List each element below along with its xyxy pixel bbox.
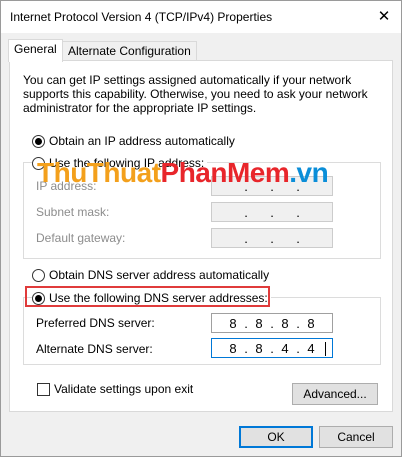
radio-button[interactable] [32,268,45,282]
ip-auto-label: Obtain an IP address automatically [49,134,235,148]
watermark-part-1: ThuThuat [37,157,161,188]
window-title: Internet Protocol Version 4 (TCP/IPv4) P… [10,10,273,24]
octet-separator: . [270,230,274,246]
validate-label: Validate settings upon exit [54,382,194,396]
watermark-part-3: .vn [289,157,329,188]
tab-strip: General Alternate Configuration [1,33,401,62]
octet-separator: . [244,230,248,246]
subnet-mask-label: Subnet mask: [36,205,110,219]
close-icon[interactable]: ✕ [373,7,395,27]
validate-checkbox[interactable] [37,382,50,396]
octet: 8 [229,315,237,331]
octet: 8 [229,340,237,356]
cancel-button[interactable]: Cancel [319,426,393,448]
octet: 8 [307,315,315,331]
octet-separator: . [296,204,300,220]
dialog-window: Internet Protocol Version 4 (TCP/IPv4) P… [0,0,402,457]
preferred-dns-field[interactable]: 8. 8. 8. 8 [211,313,333,333]
radio-selected-dot [35,137,42,145]
subnet-mask-field[interactable]: . . . [211,202,333,222]
highlight-box [25,286,270,307]
tab-alternate-configuration[interactable]: Alternate Configuration [62,41,197,61]
octet-separator: . [270,204,274,220]
octet: 8 [255,340,263,356]
dns-auto-radio[interactable]: Obtain DNS server address automatically [32,267,269,283]
octet: 4 [281,340,289,356]
octet: 8 [281,315,289,331]
radio-button[interactable] [32,134,45,148]
watermark-logo: ThuThuatPhanMem.vn [37,157,329,189]
general-panel: You can get IP settings assigned automat… [9,60,393,412]
preferred-dns-label: Preferred DNS server: [36,316,155,330]
default-gateway-label: Default gateway: [36,231,126,245]
advanced-button[interactable]: Advanced... [292,383,378,405]
validate-checkbox-row[interactable]: Validate settings upon exit [37,381,193,397]
octet-separator: . [296,230,300,246]
alternate-dns-label: Alternate DNS server: [36,342,153,356]
octet: 4 [307,340,315,356]
ok-button[interactable]: OK [239,426,313,448]
default-gateway-field[interactable]: . . . [211,228,333,248]
tab-general[interactable]: General [8,39,63,62]
watermark-part-2: PhanMem [160,157,290,188]
alternate-dns-field[interactable]: 8. 8. 4. 4 [211,338,333,358]
title-bar: Internet Protocol Version 4 (TCP/IPv4) P… [1,1,401,33]
description-text: You can get IP settings assigned automat… [23,73,368,115]
dns-auto-label: Obtain DNS server address automatically [49,268,270,282]
octet-separator: . [244,204,248,220]
ip-auto-radio[interactable]: Obtain an IP address automatically [32,133,235,149]
octet: 8 [255,315,263,331]
text-caret [325,342,326,356]
